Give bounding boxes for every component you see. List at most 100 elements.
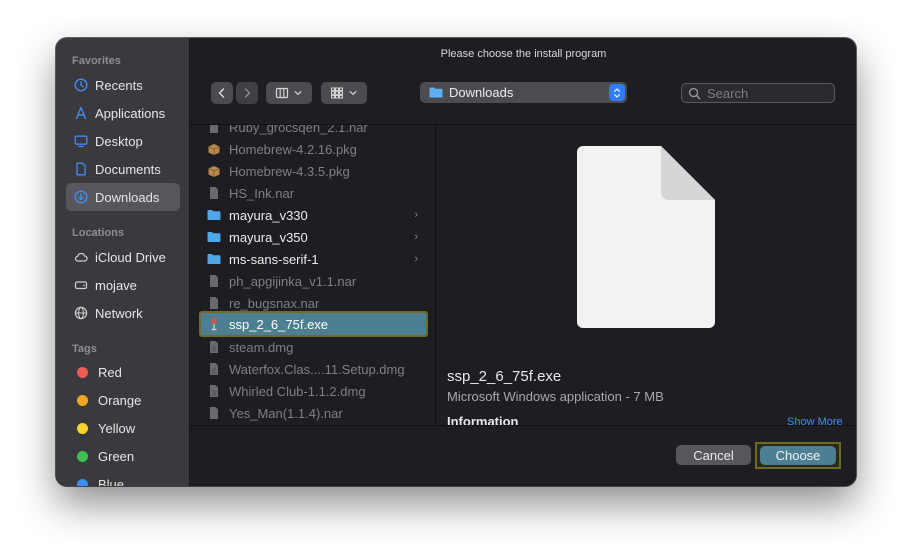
sidebar-item-icloud-drive[interactable]: iCloud Drive bbox=[66, 243, 180, 271]
back-button[interactable] bbox=[211, 82, 233, 104]
file-item[interactable]: Homebrew-4.2.16.pkg bbox=[201, 138, 426, 160]
file-name: ms-sans-serif-1 bbox=[229, 251, 319, 267]
sidebar-item-mojave[interactable]: mojave bbox=[66, 271, 180, 299]
preview-file-kind: Microsoft Windows application - 7 MB bbox=[447, 389, 664, 404]
chevron-down-icon bbox=[294, 91, 302, 96]
file-item[interactable]: HS_Ink.nar bbox=[201, 182, 426, 204]
file-item[interactable]: Whirled Club-1.1.2.dmg bbox=[201, 380, 426, 402]
sidebar-item-tag-orange[interactable]: Orange bbox=[66, 386, 180, 414]
document-preview-icon bbox=[577, 146, 715, 328]
updown-chevron-icon bbox=[609, 84, 625, 101]
disk-image-icon bbox=[207, 340, 221, 354]
file-name: ph_apgijinka_v1.1.nar bbox=[229, 273, 357, 289]
desktop-icon bbox=[74, 134, 88, 148]
choose-button-highlight: Choose bbox=[755, 442, 841, 469]
sidebar-item-documents[interactable]: Documents bbox=[66, 155, 180, 183]
file-item[interactable]: Ruby_grocsqen_2.1.nar bbox=[201, 125, 426, 138]
column-divider bbox=[435, 125, 436, 424]
file-name: mayura_v350 bbox=[229, 229, 308, 245]
sidebar-header-favorites: Favorites bbox=[72, 55, 121, 67]
file-name: Whirled Club-1.1.2.dmg bbox=[229, 383, 366, 399]
file-item[interactable]: Homebrew-4.3.5.pkg bbox=[201, 160, 426, 182]
sidebar-item-tag-red[interactable]: Red bbox=[66, 358, 180, 386]
folder-item[interactable]: ms-sans-serif-1 › bbox=[201, 248, 426, 270]
cloud-icon bbox=[74, 250, 88, 264]
file-name: re_bugsnax.nar bbox=[229, 295, 320, 311]
file-name: steam.dmg bbox=[229, 339, 294, 355]
sidebar-header-locations: Locations bbox=[72, 227, 124, 239]
file-name: mayura_v330 bbox=[229, 207, 308, 223]
choose-button[interactable]: Choose bbox=[760, 446, 836, 465]
forward-button[interactable] bbox=[236, 82, 258, 104]
sidebar-item-label: Green bbox=[98, 448, 135, 464]
disk-image-icon bbox=[207, 384, 221, 398]
wine-glass-icon bbox=[207, 317, 221, 331]
sidebar-item-desktop[interactable]: Desktop bbox=[66, 127, 180, 155]
preview-file-name: ssp_2_6_75f.exe bbox=[447, 368, 562, 385]
file-item-selected[interactable]: ssp_2_6_75f.exe bbox=[199, 311, 428, 337]
orange-tag-dot-icon bbox=[77, 394, 88, 406]
clock-icon bbox=[74, 78, 88, 92]
sidebar-item-recents[interactable]: Recents bbox=[66, 71, 180, 99]
file-item[interactable]: Waterfox.Clas....11.Setup.dmg bbox=[201, 358, 426, 380]
folder-item[interactable]: mayura_v330 › bbox=[201, 204, 426, 226]
sidebar-item-tag-blue[interactable]: Blue bbox=[66, 470, 180, 486]
chevron-right-icon: › bbox=[414, 253, 418, 265]
sidebar-item-tag-green[interactable]: Green bbox=[66, 442, 180, 470]
package-icon bbox=[207, 164, 221, 178]
cancel-button[interactable]: Cancel bbox=[676, 445, 751, 465]
sidebar-item-label: Recents bbox=[95, 77, 143, 93]
sidebar-item-label: iCloud Drive bbox=[95, 249, 166, 265]
file-dialog-window: Favorites Recents Applications Desktop D… bbox=[56, 38, 856, 486]
sidebar-item-applications[interactable]: Applications bbox=[66, 99, 180, 127]
generic-file-icon bbox=[207, 125, 221, 134]
sidebar: Favorites Recents Applications Desktop D… bbox=[56, 38, 190, 486]
generic-file-icon bbox=[207, 296, 221, 310]
sidebar-item-label: Red bbox=[98, 364, 122, 380]
chevron-right-icon: › bbox=[414, 231, 418, 243]
folder-icon bbox=[207, 208, 221, 222]
file-name: Ruby_grocsqen_2.1.nar bbox=[229, 125, 368, 135]
generic-file-icon bbox=[207, 274, 221, 288]
search-icon bbox=[688, 87, 701, 99]
grid-icon bbox=[331, 87, 343, 99]
view-columns-button[interactable] bbox=[266, 82, 312, 104]
sidebar-header-tags: Tags bbox=[72, 343, 97, 355]
columns-view-icon bbox=[275, 87, 289, 99]
sidebar-item-label: Network bbox=[95, 305, 143, 321]
folder-icon bbox=[429, 87, 443, 98]
sidebar-item-label: Orange bbox=[98, 392, 142, 408]
group-by-button[interactable] bbox=[321, 82, 367, 104]
package-icon bbox=[207, 142, 221, 156]
red-tag-dot-icon bbox=[77, 366, 88, 378]
disk-image-icon bbox=[207, 362, 221, 376]
folder-item[interactable]: mayura_v350 › bbox=[201, 226, 426, 248]
file-name: HS_Ink.nar bbox=[229, 185, 295, 201]
show-more-link[interactable]: Show More bbox=[787, 416, 843, 425]
sidebar-item-label: Downloads bbox=[95, 189, 160, 205]
dialog-title: Please choose the install program bbox=[440, 48, 607, 60]
chevron-down-icon bbox=[349, 91, 357, 96]
chevron-right-icon: › bbox=[414, 209, 418, 221]
download-icon bbox=[74, 190, 88, 204]
file-name: Homebrew-4.3.5.pkg bbox=[229, 163, 350, 179]
sidebar-item-label: Blue bbox=[98, 476, 125, 487]
file-item[interactable]: ph_apgijinka_v1.1.nar bbox=[201, 270, 426, 292]
sidebar-item-downloads[interactable]: Downloads bbox=[66, 183, 180, 211]
sidebar-item-label: Desktop bbox=[95, 133, 143, 149]
search-field[interactable] bbox=[681, 83, 835, 103]
generic-file-icon bbox=[207, 186, 221, 200]
chevron-right-icon bbox=[244, 88, 251, 98]
search-input[interactable] bbox=[707, 85, 825, 101]
sidebar-item-tag-yellow[interactable]: Yellow bbox=[66, 414, 180, 442]
location-popup[interactable]: Downloads bbox=[420, 82, 627, 103]
location-label: Downloads bbox=[449, 85, 514, 100]
blue-tag-dot-icon bbox=[77, 478, 88, 486]
file-item[interactable]: Yes_Man(1.1.4).nar bbox=[201, 402, 426, 424]
footer-divider bbox=[191, 425, 856, 426]
sidebar-item-network[interactable]: Network bbox=[66, 299, 180, 327]
generic-file-icon bbox=[207, 406, 221, 420]
sidebar-item-label: Documents bbox=[95, 161, 161, 177]
file-item[interactable]: steam.dmg bbox=[201, 336, 426, 358]
document-icon bbox=[74, 162, 88, 176]
